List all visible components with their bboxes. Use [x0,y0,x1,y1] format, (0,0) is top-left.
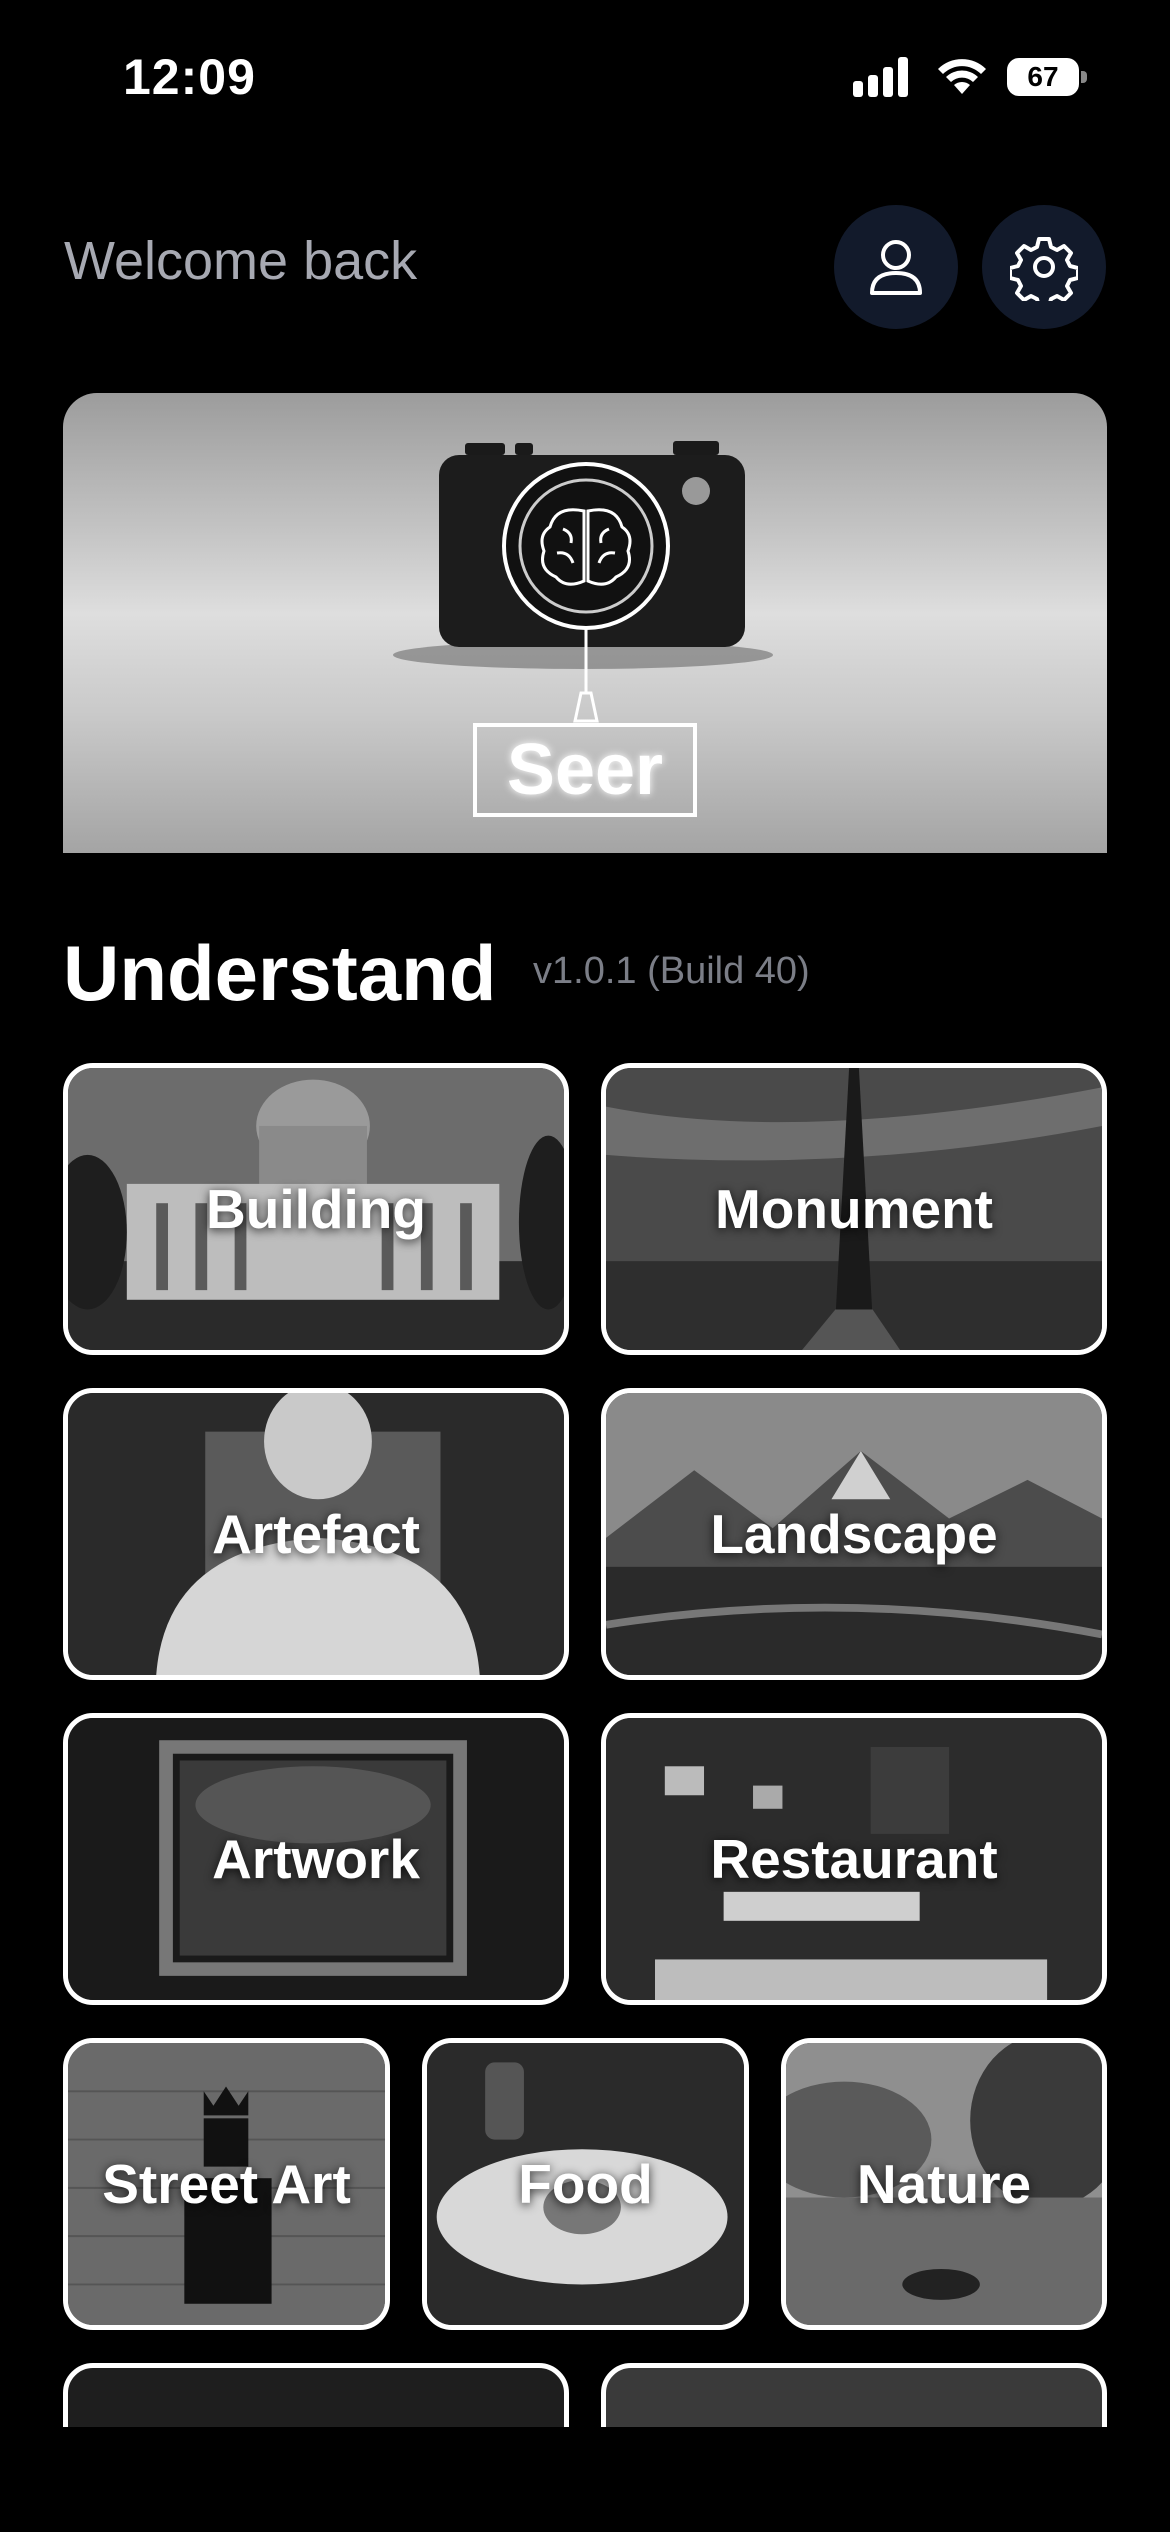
category-tile-artefact[interactable]: Artefact [63,1388,569,1680]
welcome-text: Welcome back [64,231,418,291]
category-tile-restaurant[interactable]: Restaurant [601,1713,1107,2005]
category-tile-building[interactable]: Building [63,1063,569,1355]
profile-button[interactable] [834,205,958,329]
category-tile-artwork[interactable]: Artwork [63,1713,569,2005]
user-icon [870,240,922,295]
category-tile-partial[interactable] [63,2363,569,2427]
tile-label: Monument [714,1178,993,1240]
tile-label: Restaurant [710,1828,998,1890]
app-version: v1.0.1 (Build 40) [533,950,810,992]
battery-icon: 67 [1007,58,1087,96]
tile-label: Street Art [102,2153,351,2215]
category-tile-street-art[interactable]: Street Art [63,2038,390,2330]
hero-banner: Seer [63,393,1107,853]
gear-icon [1010,237,1078,301]
category-tile-monument[interactable]: Monument [601,1063,1107,1355]
cellular-signal-icon [853,57,913,97]
category-tile-nature[interactable]: Nature [781,2038,1107,2330]
tile-label: Nature [856,2153,1032,2215]
tile-label: Building [206,1178,426,1240]
category-tile-partial[interactable] [601,2363,1107,2427]
battery-level: 67 [1007,58,1079,96]
tile-label: Food [518,2153,653,2215]
tile-label: Artwork [212,1828,420,1890]
next-row-clip [0,2363,1170,2427]
tile-label: Landscape [710,1503,998,1565]
settings-button[interactable] [982,205,1106,329]
wifi-icon [938,59,986,94]
tile-label: Artefact [212,1503,420,1565]
status-time: 12:09 [123,49,256,105]
section-title: Understand [63,929,497,1017]
category-tile-landscape[interactable]: Landscape [601,1388,1107,1680]
logo-text: Seer [506,730,664,810]
category-tile-food[interactable]: Food [422,2038,749,2330]
